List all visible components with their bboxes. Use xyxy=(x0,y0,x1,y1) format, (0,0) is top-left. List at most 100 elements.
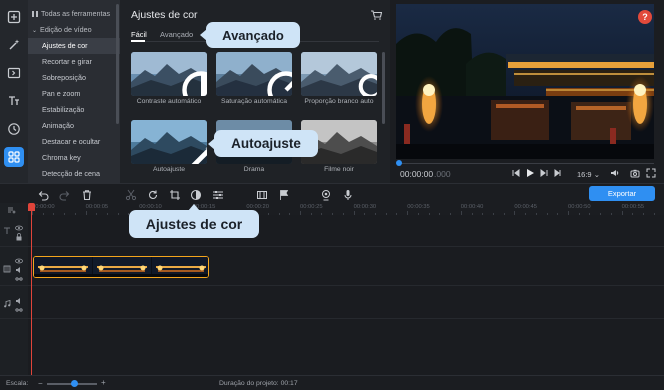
next-frame-icon[interactable] xyxy=(539,168,549,178)
zoom-slider-knob[interactable] xyxy=(71,380,78,387)
sidebar-item-animation[interactable]: Animação xyxy=(28,118,120,134)
seek-knob[interactable] xyxy=(396,160,402,166)
trash-icon xyxy=(83,190,91,201)
sidebar-item-crop-rotate[interactable]: Recortar e girar xyxy=(28,54,120,70)
undo-button[interactable] xyxy=(37,188,49,201)
preset-auto-contrast[interactable] xyxy=(131,52,207,96)
link-icon[interactable] xyxy=(15,306,23,314)
visibility-icon[interactable] xyxy=(15,224,23,232)
export-button[interactable]: Exportar xyxy=(589,186,655,201)
callout-arrow xyxy=(208,137,215,150)
prev-frame-icon[interactable] xyxy=(511,168,521,178)
sidebar-item-pan-zoom[interactable]: Pan e zoom xyxy=(28,86,120,102)
playhead-handle[interactable] xyxy=(28,203,35,211)
link-icon[interactable] xyxy=(15,275,23,283)
cart-icon[interactable] xyxy=(370,10,382,20)
saturation-icon xyxy=(267,71,292,96)
preset-label: Autoajuste xyxy=(152,166,186,173)
rotate-button[interactable] xyxy=(147,188,159,200)
tools-sidebar: Todas as ferramentas ⌄ Edição de vídeo Aj… xyxy=(28,0,120,183)
sidebar-item-label: Sobreposição xyxy=(42,73,86,82)
help-button[interactable]: ? xyxy=(638,10,652,24)
zoom-out-icon[interactable]: − xyxy=(38,379,43,388)
timeline-tracks[interactable] xyxy=(28,215,664,375)
mute-icon[interactable] xyxy=(15,297,23,305)
import-button[interactable] xyxy=(4,7,24,27)
sidebar-item-all-tools[interactable]: Todas as ferramentas xyxy=(28,6,120,22)
playhead[interactable] xyxy=(31,203,32,375)
preset-label: Filme noir xyxy=(324,166,354,173)
ruler-tick-label: 00:00:45 xyxy=(514,204,537,210)
sidebar-item-chroma-key[interactable]: Chroma key xyxy=(28,150,120,166)
fullscreen-icon[interactable] xyxy=(646,168,656,178)
magic-wand-icon xyxy=(191,147,207,164)
cut-button[interactable] xyxy=(125,188,137,201)
sidebar-item-video-editing[interactable]: ⌄ Edição de vídeo xyxy=(28,22,120,38)
more-tools-button[interactable] xyxy=(4,147,24,167)
grid-icon xyxy=(8,151,20,163)
sidebar-item-highlight-hide[interactable]: Destacar e ocultar xyxy=(28,134,120,150)
redo-button[interactable] xyxy=(59,188,71,201)
preset-auto-saturation[interactable] xyxy=(216,52,292,96)
sidebar-item-overlay[interactable]: Sobreposição xyxy=(28,70,120,86)
video-clip[interactable] xyxy=(33,256,209,278)
preset-autoadjust[interactable] xyxy=(131,120,207,164)
redo-icon xyxy=(59,191,70,201)
panel-title: Ajustes de cor xyxy=(131,9,198,21)
sidebar-item-label: Detecção de cena xyxy=(42,169,100,178)
callout-autoadjust: Autoajuste xyxy=(208,130,318,157)
titles-button[interactable] xyxy=(4,91,24,111)
sidebar-item-label: Destacar e ocultar xyxy=(42,137,101,146)
marker-button[interactable] xyxy=(278,188,290,200)
clip-properties-button[interactable] xyxy=(212,188,224,200)
webcam-button[interactable] xyxy=(320,188,332,201)
insert-button[interactable] xyxy=(256,188,268,200)
sidebar-item-stabilization[interactable]: Estabilização xyxy=(28,102,120,118)
snapshot-icon[interactable] xyxy=(630,168,640,178)
status-bar: Escala: − + Duração do projeto: 00:17 xyxy=(0,375,664,390)
visibility-icon[interactable] xyxy=(15,257,23,265)
callout-text: Avançado xyxy=(222,27,284,43)
skip-end-icon[interactable] xyxy=(553,168,563,178)
sidebar-item-color-adjust[interactable]: Ajustes de cor xyxy=(28,38,120,54)
text-track-icon xyxy=(4,227,10,234)
add-track-icon[interactable] xyxy=(8,206,16,214)
transitions-button[interactable] xyxy=(4,63,24,83)
aspect-ratio-select[interactable]: 16:9 ⌄ xyxy=(577,170,600,179)
ruler-tick-label: 00:00:00 xyxy=(32,204,55,210)
preset-label: Proporção branco auto xyxy=(304,98,374,105)
clip-filmstrip xyxy=(34,257,208,277)
zoom-in-icon[interactable]: + xyxy=(101,378,106,387)
tab-easy[interactable]: Fácil xyxy=(131,30,147,39)
timecode: 00:00:00 xyxy=(400,169,434,179)
sidebar-item-scene-detection[interactable]: Detecção de cena xyxy=(28,166,120,182)
lock-icon[interactable] xyxy=(15,233,23,241)
timecode-frames: .000 xyxy=(434,169,451,179)
color-adjust-button[interactable] xyxy=(190,188,202,201)
scale-label: Escala: xyxy=(6,380,29,387)
tab-advanced[interactable]: Avançado xyxy=(160,30,193,39)
timeline-ruler[interactable]: 00:00:00 00:00:05 00:00:10 00:00:15 00:00:20… xyxy=(28,203,664,215)
delete-button[interactable] xyxy=(81,188,93,201)
grid-small-icon xyxy=(32,11,38,18)
ruler-tick-label: 00:00:50 xyxy=(568,204,591,210)
sidebar-item-label: Ajustes de cor xyxy=(42,41,88,50)
sliders-icon xyxy=(213,191,223,199)
panel-scrollbar[interactable] xyxy=(382,52,385,124)
sidebar-item-label: Todas as ferramentas xyxy=(41,9,111,18)
stickers-button[interactable] xyxy=(4,119,24,139)
track-divider xyxy=(0,246,664,247)
volume-icon[interactable] xyxy=(610,168,620,178)
record-voice-button[interactable] xyxy=(342,188,354,200)
sidebar-scrollbar[interactable] xyxy=(116,4,119,124)
effects-button[interactable] xyxy=(4,35,24,55)
play-icon[interactable] xyxy=(525,168,535,178)
video-preview[interactable] xyxy=(396,4,654,159)
preset-auto-white-balance[interactable] xyxy=(301,52,377,96)
sidebar-item-label: Recortar e girar xyxy=(42,57,92,66)
seek-bar[interactable] xyxy=(398,163,654,164)
preset-label: Contraste automático xyxy=(136,98,202,105)
crop-button[interactable] xyxy=(169,188,181,200)
sidebar-item-label: Edição de vídeo xyxy=(40,25,92,34)
mute-icon[interactable] xyxy=(15,266,23,274)
